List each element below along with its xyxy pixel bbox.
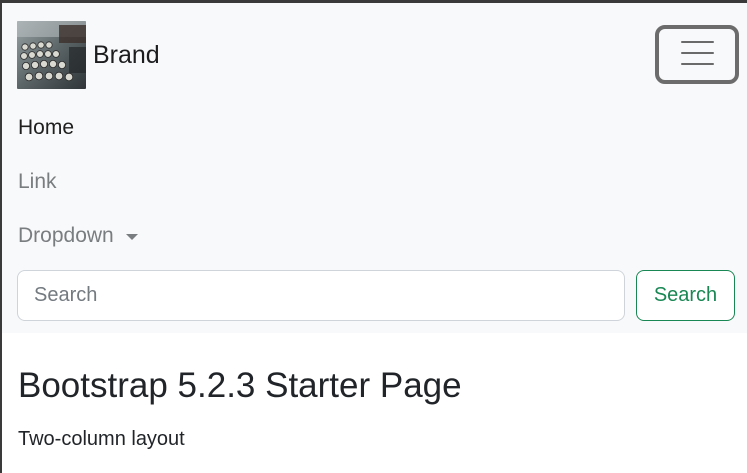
browser-viewport: Brand Home Link Dropdown Search Bootstra… [0, 0, 747, 473]
brand-text: Brand [93, 40, 160, 69]
navbar: Brand Home Link Dropdown Search [2, 3, 747, 333]
caret-down-icon [125, 233, 138, 240]
navbar-brand[interactable]: Brand [17, 21, 160, 89]
typewriter-photo-icon [17, 21, 86, 89]
nav-link-link[interactable]: Link [18, 171, 57, 192]
search-input[interactable] [17, 270, 625, 321]
nav-dropdown-toggle[interactable]: Dropdown [18, 225, 138, 246]
nav-dropdown-label: Dropdown [18, 224, 114, 247]
page-title: Bootstrap 5.2.3 Starter Page [18, 366, 462, 405]
nav-link-home[interactable]: Home [18, 117, 74, 138]
search-button[interactable]: Search [636, 270, 735, 321]
navbar-toggler-button[interactable] [655, 25, 739, 84]
page-subtitle: Two-column layout [18, 428, 185, 450]
